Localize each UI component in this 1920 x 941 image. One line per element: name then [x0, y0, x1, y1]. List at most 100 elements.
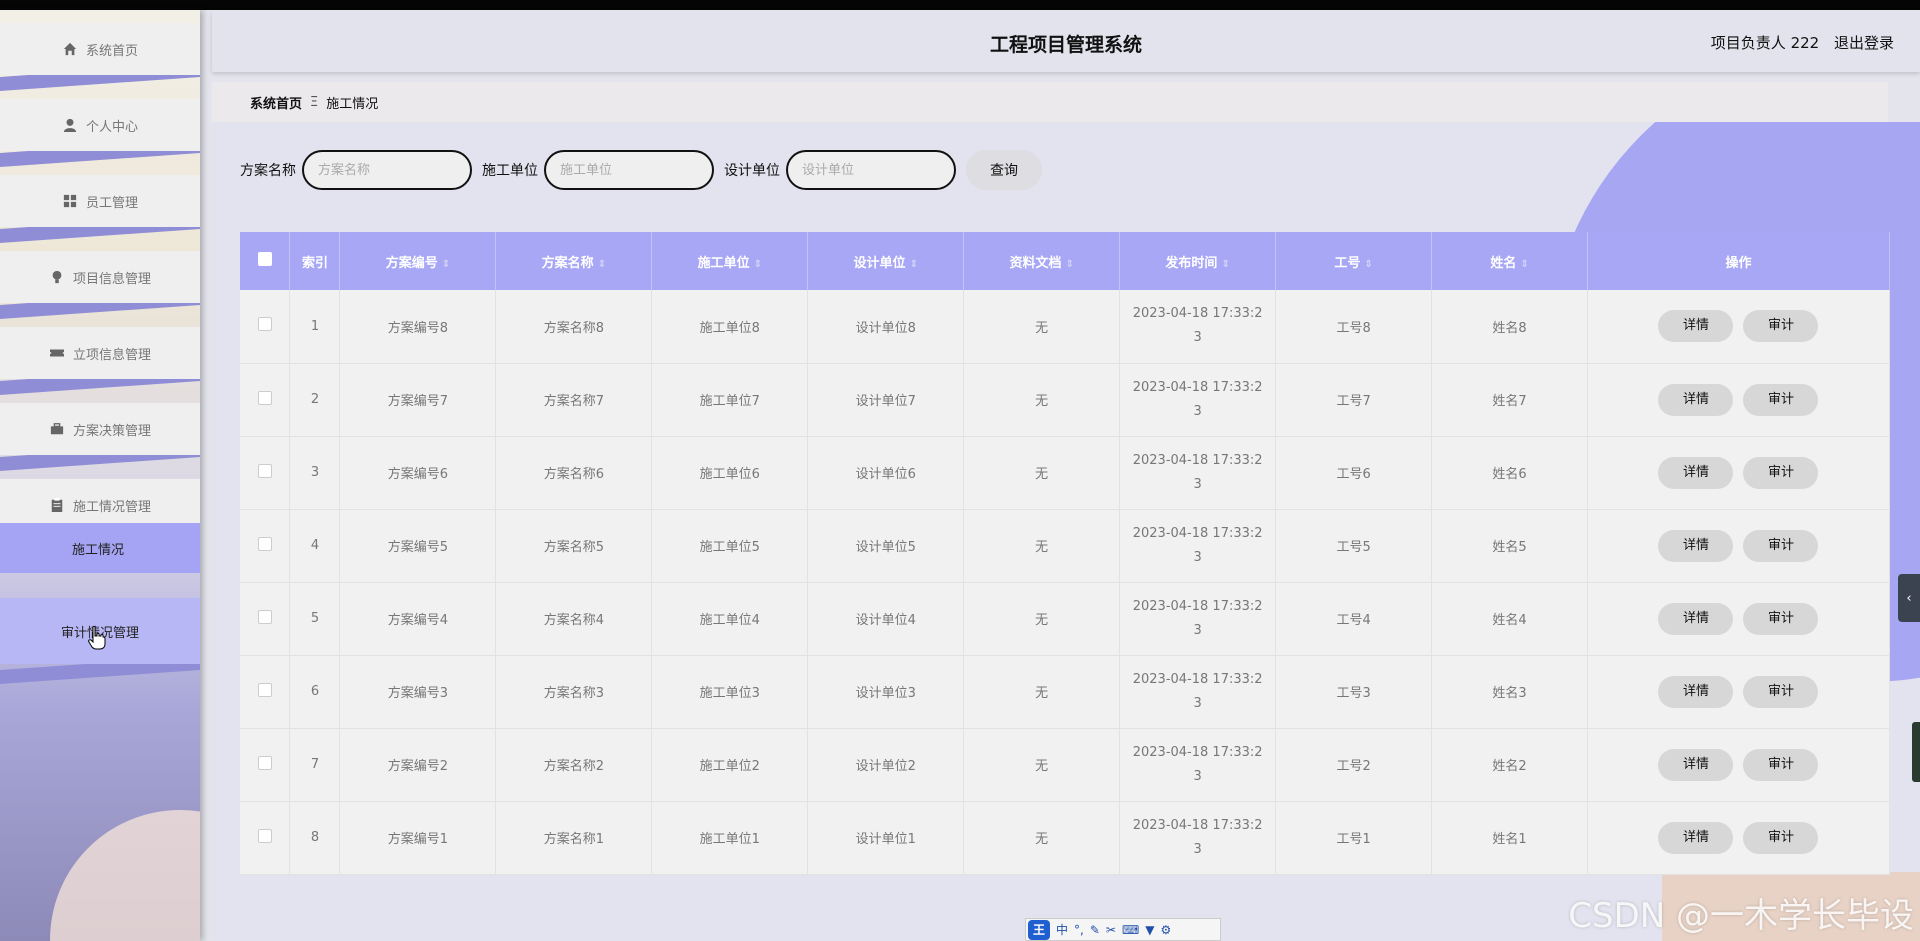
row-select-cell[interactable] — [240, 509, 291, 583]
detail-button[interactable]: 详情 — [1658, 748, 1734, 781]
sidebar-item-6[interactable]: 方案决策管理 — [0, 403, 200, 455]
sidebar-subitem-construction[interactable]: 施工情况 — [0, 523, 200, 573]
ime-toolbar[interactable]: 王 中 °, ✎ ✂ ⌨ ▼ ⚙ — [1025, 918, 1221, 941]
row-select-cell[interactable] — [240, 290, 291, 364]
column-header[interactable]: 设计单位 ⇕ — [807, 232, 965, 290]
column-header-label: 姓名 — [1490, 255, 1517, 271]
settings-icon[interactable]: ⚙ — [1161, 923, 1172, 937]
publish-time-line: 3 — [1193, 330, 1202, 346]
row-checkbox[interactable] — [257, 463, 272, 478]
row-checkbox[interactable] — [257, 609, 272, 624]
row-select-cell[interactable] — [240, 436, 291, 510]
top-bar — [0, 0, 1920, 10]
designer-input[interactable] — [786, 150, 956, 190]
sort-icon[interactable]: ⇕ — [910, 259, 918, 270]
table-row: 3 方案编号6 方案名称6 施工单位6 设计单位6 无 2023-04-18 17:33:2… — [240, 436, 1891, 510]
sort-icon[interactable]: ⇕ — [754, 259, 762, 270]
detail-button[interactable]: 详情 — [1658, 456, 1734, 489]
sidebar-item-5[interactable]: 立项信息管理 — [0, 327, 200, 379]
pen-icon[interactable]: ✎ — [1090, 923, 1100, 937]
sort-icon[interactable]: ⇕ — [442, 259, 450, 270]
audit-button[interactable]: 审计 — [1743, 383, 1819, 416]
sort-icon[interactable]: ⇕ — [1221, 259, 1229, 270]
audit-button[interactable]: 审计 — [1743, 748, 1819, 781]
cell-emp-no: 工号3 — [1275, 655, 1433, 729]
row-checkbox[interactable] — [257, 390, 272, 405]
row-select-cell[interactable] — [240, 801, 291, 875]
publish-time-line: 2023-04-18 17:33:2 — [1132, 598, 1263, 614]
cell-plan-name: 方案名称4 — [495, 582, 653, 656]
scissors-icon[interactable]: ✂ — [1106, 923, 1116, 937]
column-header[interactable]: 方案名称 ⇕ — [495, 232, 653, 290]
select-all-checkbox[interactable] — [257, 252, 272, 266]
detail-button[interactable]: 详情 — [1658, 821, 1734, 854]
sidebar-item-2[interactable]: 个人中心 — [0, 99, 200, 151]
sidebar-item-label: 系统首页 — [85, 43, 138, 59]
query-button[interactable]: 查询 — [966, 150, 1042, 190]
audit-button[interactable]: 审计 — [1743, 675, 1819, 708]
cell-plan-no: 方案编号8 — [339, 290, 497, 364]
row-select-cell[interactable] — [240, 655, 291, 729]
row-checkbox[interactable] — [257, 317, 272, 332]
cell-actions: 详情 审计 — [1587, 728, 1891, 802]
cell-publish-time: 2023-04-18 17:33:2 3 — [1119, 436, 1277, 510]
audit-button[interactable]: 审计 — [1743, 310, 1819, 343]
row-checkbox[interactable] — [257, 755, 272, 770]
detail-button[interactable]: 详情 — [1658, 602, 1734, 635]
row-checkbox[interactable] — [257, 536, 272, 551]
detail-button[interactable]: 详情 — [1658, 529, 1734, 562]
cell-doc: 无 — [963, 582, 1121, 656]
sidebar-item-1[interactable]: 系统首页 — [0, 23, 200, 75]
sidebar-item-4[interactable]: 项目信息管理 — [0, 251, 200, 303]
cell-actions: 详情 审计 — [1587, 582, 1891, 656]
cell-name: 姓名3 — [1431, 655, 1588, 729]
shirt-icon[interactable]: ▼ — [1145, 923, 1154, 937]
cell-actions: 详情 审计 — [1587, 801, 1891, 875]
logout-link[interactable]: 退出登录 — [1834, 34, 1894, 52]
ime-logo-icon[interactable]: 王 — [1028, 919, 1050, 940]
sort-icon[interactable]: ⇕ — [1364, 259, 1372, 270]
ime-mode[interactable]: 中 — [1056, 921, 1068, 938]
user-label: 项目负责人 222 — [1710, 34, 1820, 52]
detail-button[interactable]: 详情 — [1658, 310, 1734, 343]
column-header[interactable]: 施工单位 ⇕ — [651, 232, 809, 290]
breadcrumb-home[interactable]: 系统首页 — [250, 93, 302, 112]
detail-button[interactable]: 详情 — [1658, 675, 1734, 708]
select-all-cell[interactable] — [240, 232, 291, 290]
column-header[interactable]: 工号 ⇕ — [1275, 232, 1433, 290]
row-select-cell[interactable] — [240, 728, 291, 802]
cell-doc: 无 — [963, 363, 1121, 437]
publish-time-line: 2023-04-18 17:33:2 — [1132, 744, 1263, 760]
audit-button[interactable]: 审计 — [1743, 456, 1819, 489]
sidebar-item-3[interactable]: 员工管理 — [0, 175, 200, 227]
audit-button[interactable]: 审计 — [1743, 529, 1819, 562]
cell-name: 姓名2 — [1431, 728, 1588, 802]
row-checkbox[interactable] — [257, 682, 272, 697]
collapse-toggle-icon[interactable]: ‹ — [1898, 574, 1920, 622]
table-row: 6 方案编号3 方案名称3 施工单位3 设计单位3 无 2023-04-18 17:33:2… — [240, 655, 1891, 729]
column-header[interactable]: 发布时间 ⇕ — [1119, 232, 1277, 290]
row-select-cell[interactable] — [240, 582, 291, 656]
side-tab[interactable] — [1912, 722, 1920, 782]
cell-index: 8 — [289, 801, 341, 875]
sort-icon[interactable]: ⇕ — [598, 259, 606, 270]
row-checkbox[interactable] — [257, 828, 272, 843]
cell-plan-no: 方案编号3 — [339, 655, 497, 729]
detail-button[interactable]: 详情 — [1658, 383, 1734, 416]
column-header[interactable]: 资料文档 ⇕ — [963, 232, 1121, 290]
sort-icon[interactable]: ⇕ — [1066, 259, 1074, 270]
plan-name-input[interactable] — [302, 150, 472, 190]
builder-input[interactable] — [544, 150, 714, 190]
cell-name: 姓名8 — [1431, 290, 1588, 364]
audit-button[interactable]: 审计 — [1743, 602, 1819, 635]
column-header[interactable]: 姓名 ⇕ — [1431, 232, 1588, 290]
column-header[interactable]: 方案编号 ⇕ — [339, 232, 497, 290]
sort-icon[interactable]: ⇕ — [1520, 259, 1528, 270]
cell-emp-no: 工号6 — [1275, 436, 1433, 510]
ime-punct[interactable]: °, — [1074, 923, 1084, 937]
hand-cursor-icon — [88, 626, 106, 650]
keyboard-icon[interactable]: ⌨ — [1122, 923, 1139, 937]
row-select-cell[interactable] — [240, 363, 291, 437]
publish-time-line: 3 — [1193, 841, 1202, 857]
audit-button[interactable]: 审计 — [1743, 821, 1819, 854]
